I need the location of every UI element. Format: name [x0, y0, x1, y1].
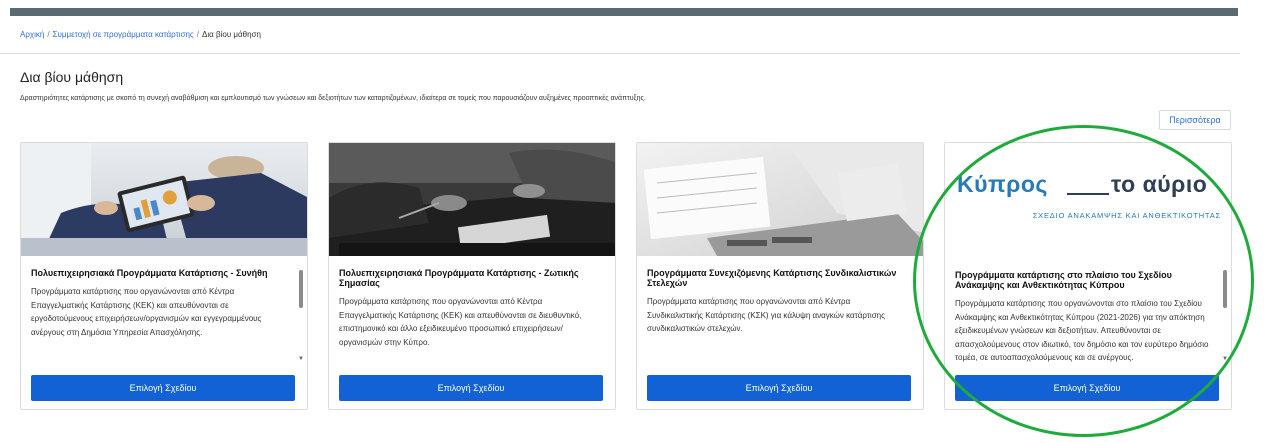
select-plan-button[interactable]: Επιλογή Σχεδίου: [31, 375, 295, 401]
scroll-down-arrow-icon[interactable]: ▼: [1222, 356, 1228, 362]
breadcrumb-separator: /: [196, 30, 200, 39]
scrollbar-thumb[interactable]: [299, 270, 303, 308]
select-plan-button[interactable]: Επιλογή Σχεδίου: [339, 375, 603, 401]
card-scrollbar[interactable]: ▼: [298, 266, 304, 362]
logo-text-main: Κύπρος: [957, 171, 1048, 197]
logo-text-secondary: το αύριο: [1111, 171, 1208, 197]
card-body: Προγράμματα κατάρτισης στο πλαίσιο του Σ…: [945, 256, 1231, 374]
program-card-2: Πολυεπιχειρησιακά Προγράμματα Κατάρτισης…: [328, 142, 616, 410]
breadcrumb-home-link[interactable]: Αρχική: [20, 30, 44, 39]
card-body: Προγράμματα Συνεχιζόμενης Κατάρτισης Συν…: [637, 256, 923, 374]
card-scrollbar[interactable]: ▼: [1222, 266, 1228, 362]
card-description: Προγράμματα κατάρτισης που οργανώνονται …: [647, 297, 885, 333]
card-body: Πολυεπιχειρησιακά Προγράμματα Κατάρτισης…: [329, 256, 615, 374]
logo-subtitle: ΣΧΕΔΙΟ ΑΝΑΚΑΜΨΗΣ ΚΑΙ ΑΝΘΕΚΤΙΚΟΤΗΤΑΣ: [1032, 211, 1221, 220]
card-description: Προγράμματα κατάρτισης που οργανώνονται …: [955, 299, 1209, 362]
select-plan-button[interactable]: Επιλογή Σχεδίου: [955, 375, 1219, 401]
logo-divider-line: [1067, 193, 1109, 195]
card-title: Πολυεπιχειρησιακά Προγράμματα Κατάρτισης…: [31, 268, 268, 278]
recovery-plan-logo: Κύπρος το αύριο ΣΧΕΔΙΟ ΑΝΑΚΑΜΨΗΣ ΚΑΙ ΑΝΘ…: [945, 143, 1231, 256]
program-card-3: Προγράμματα Συνεχιζόμενης Κατάρτισης Συν…: [636, 142, 924, 410]
card-body: Πολυεπιχειρησιακά Προγράμματα Κατάρτισης…: [21, 256, 307, 374]
scroll-down-arrow-icon[interactable]: ▼: [298, 356, 304, 362]
header-divider: [0, 53, 1240, 54]
scrollbar-thumb[interactable]: [1223, 270, 1227, 308]
page-description: Δραστηριότητες κατάρτισης με σκοπό τη συ…: [20, 95, 646, 102]
card-image-meeting-table: [329, 143, 615, 256]
breadcrumb-current: Δια βίου μάθηση: [202, 30, 261, 39]
card-image-business-meeting: [21, 143, 307, 256]
breadcrumb-section-link[interactable]: Συμμετοχή σε προγράμματα κατάρτισης: [53, 30, 194, 39]
card-description: Προγράμματα κατάρτισης που οργανώνονται …: [31, 287, 262, 337]
card-image-laptop-documents: [637, 143, 923, 256]
program-card-4: Κύπρος το αύριο ΣΧΕΔΙΟ ΑΝΑΚΑΜΨΗΣ ΚΑΙ ΑΝΘ…: [944, 142, 1232, 410]
page-title: Δια βίου μάθηση: [20, 69, 124, 85]
program-card-1: Πολυεπιχειρησιακά Προγράμματα Κατάρτισης…: [20, 142, 308, 410]
card-title: Προγράμματα κατάρτισης στο πλαίσιο του Σ…: [955, 270, 1172, 290]
breadcrumb: Αρχική / Συμμετοχή σε προγράμματα κατάρτισ…: [20, 30, 261, 39]
select-plan-button[interactable]: Επιλογή Σχεδίου: [647, 375, 911, 401]
card-title: Προγράμματα Συνεχιζόμενης Κατάρτισης Συν…: [647, 268, 897, 288]
top-bar: [10, 8, 1238, 16]
card-description: Προγράμματα κατάρτισης που οργανώνονται …: [339, 297, 582, 347]
more-button[interactable]: Περισσότερα: [1159, 110, 1231, 130]
breadcrumb-separator: /: [47, 30, 50, 39]
card-title: Πολυεπιχειρησιακά Προγράμματα Κατάρτισης…: [339, 268, 579, 288]
